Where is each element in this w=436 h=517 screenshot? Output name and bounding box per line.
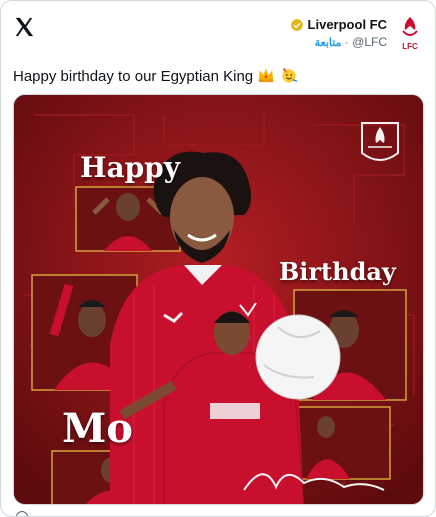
verified-badge-icon: [290, 18, 303, 31]
mo-word: Mo: [62, 405, 133, 452]
crown-emoji-icon: [259, 68, 274, 83]
x-logo-icon[interactable]: [13, 16, 35, 38]
post-card: Liverpool FC متابعة · @LFC LFC Happy bir…: [0, 0, 436, 517]
author-handle[interactable]: @LFC: [352, 35, 387, 49]
lfc-avatar[interactable]: LFC: [395, 13, 425, 53]
tweet-text: Happy birthday to our Egyptian King: [13, 67, 298, 85]
info-icon[interactable]: [16, 511, 28, 516]
author-block: Liverpool FC متابعة · @LFC: [290, 17, 387, 49]
post-image[interactable]: Happy Birthday Mo: [13, 94, 424, 505]
tweet-text-body: Happy birthday to our Egyptian King: [13, 68, 254, 85]
birthday-word: Birthday: [279, 257, 396, 286]
author-name[interactable]: Liverpool FC: [308, 17, 387, 32]
avatar-crest-text: LFC: [402, 42, 418, 51]
follow-button[interactable]: متابعة: [315, 37, 342, 49]
party-face-emoji-icon: [281, 67, 297, 83]
football: [255, 314, 341, 400]
happy-word: Happy: [80, 151, 181, 184]
